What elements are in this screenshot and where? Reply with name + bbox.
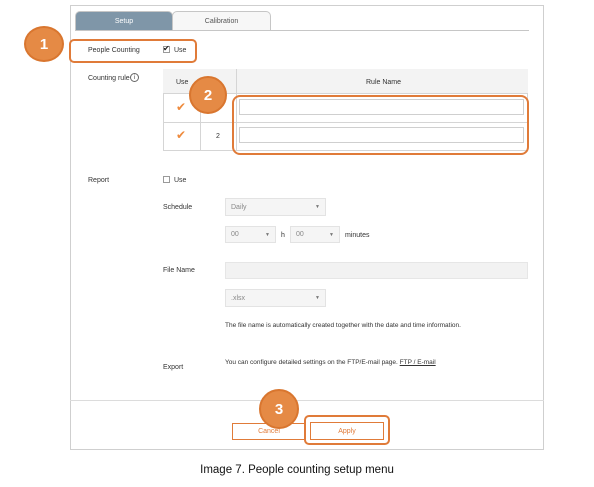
minute-select[interactable]: 00 ▼ (290, 226, 340, 243)
chevron-down-icon: ▼ (265, 231, 270, 238)
rule-2-enabled-check-icon[interactable]: ✔ (176, 128, 186, 142)
info-icon[interactable]: i (130, 73, 139, 82)
file-name-input[interactable] (225, 262, 528, 279)
tab-setup[interactable]: Setup (75, 11, 173, 30)
people-counting-checkbox[interactable] (163, 44, 170, 53)
minute-select-value: 00 (296, 231, 304, 238)
hour-select-value: 00 (231, 231, 239, 238)
table-header-use: Use (176, 79, 189, 86)
schedule-select-value: Daily (231, 203, 247, 211)
file-format-select[interactable]: .xlsx ▼ (225, 289, 326, 307)
chevron-down-icon: ▼ (315, 295, 320, 301)
minute-unit-label: minutes (345, 232, 370, 239)
button-bar-divider (70, 400, 544, 401)
callout-box-rule-names (232, 95, 529, 155)
people-counting-use-label: Use (174, 47, 187, 54)
hour-select[interactable]: 00 ▼ (225, 226, 276, 243)
report-use-checkbox[interactable] (163, 176, 170, 183)
hour-unit-label: h (281, 232, 285, 239)
table-header-rule-name: Rule Name (366, 79, 402, 86)
schedule-label: Schedule (163, 204, 193, 211)
callout-badge-2: 2 (189, 76, 227, 114)
apply-button[interactable]: Apply (310, 422, 384, 440)
people-counting-label: People Counting (88, 47, 140, 54)
counting-rule-label: Counting rule (88, 75, 130, 82)
report-label: Report (88, 177, 110, 184)
tab-divider (75, 30, 529, 31)
figure-caption: Image 7. People counting setup menu (200, 464, 394, 476)
callout-badge-1: 1 (24, 26, 64, 62)
file-format-value: .xlsx (231, 294, 245, 302)
report-use-label: Use (174, 177, 187, 184)
chevron-down-icon: ▼ (329, 231, 334, 238)
file-name-note: The file name is automatically created t… (225, 322, 461, 329)
export-note: You can configure detailed settings on t… (225, 359, 436, 366)
export-label: Export (163, 364, 184, 371)
rule-1-enabled-check-icon[interactable]: ✔ (176, 100, 186, 114)
callout-badge-3: 3 (259, 389, 299, 429)
file-name-label: File Name (163, 267, 195, 274)
chevron-down-icon: ▼ (315, 204, 320, 210)
schedule-select[interactable]: Daily ▼ (225, 198, 326, 216)
ftp-email-link[interactable]: FTP / E-mail (400, 359, 436, 366)
rule-2-index: 2 (216, 133, 220, 140)
tab-calibration[interactable]: Calibration (172, 11, 271, 30)
export-note-text: You can configure detailed settings on t… (225, 359, 398, 366)
